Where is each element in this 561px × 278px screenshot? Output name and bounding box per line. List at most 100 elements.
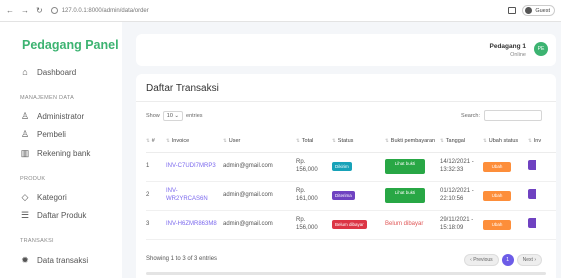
bukti-cell: Lihat bukti: [385, 181, 440, 211]
column-header[interactable]: ⇅ Bukti pembayaran: [385, 130, 440, 153]
change-status-button[interactable]: Ubah: [483, 161, 511, 172]
user-email: admin@gmail.com: [223, 181, 296, 211]
site-info-icon[interactable]: [50, 7, 58, 14]
bukti-cell: Lihat bukti: [385, 152, 440, 182]
user-icon: ♙: [20, 129, 30, 139]
total-amount: Rp. 161,000: [296, 181, 332, 211]
view-proof-button[interactable]: Lihat bukti: [385, 159, 425, 174]
home-icon: ⌂: [22, 67, 28, 77]
profile-avatar-icon: [525, 7, 533, 14]
column-header[interactable]: ⇅ Total: [296, 130, 332, 153]
tag-icon: ◇: [21, 192, 29, 202]
sidebar-item-label: Kategori: [37, 193, 67, 202]
sidebar-item-rekening[interactable]: ▥ Rekening bank: [20, 148, 91, 159]
invoice-link[interactable]: INV-WR2YRCAS6N: [166, 181, 223, 211]
sidebar-section-transaksi: TRANSAKSI: [20, 238, 54, 244]
user-email: admin@gmail.com: [223, 210, 296, 240]
user-name[interactable]: Pedagang 1: [490, 43, 526, 50]
date-cell: 14/12/2021 - 13:32:33: [440, 152, 483, 182]
sidebar-item-label: Daftar Produk: [37, 211, 87, 220]
user-email: admin@gmail.com: [223, 152, 296, 182]
column-header[interactable]: ⇅ Ubah status: [483, 130, 528, 153]
table-row: 2 INV-WR2YRCAS6N admin@gmail.com Rp. 161…: [146, 181, 556, 211]
search-control: Search:: [461, 110, 542, 121]
table-header-row: ⇅ # ⇅ Invoice ⇅ User ⇅ Total ⇅ Status ⇅ Bukti …: [146, 130, 556, 153]
ubah-cell: Ubah: [483, 152, 528, 182]
date-cell: 01/12/2021 - 22:10:56: [440, 181, 483, 211]
reload-icon[interactable]: ↻: [36, 6, 43, 15]
row-number: 1: [146, 152, 166, 182]
status-cell: Belum dibayar: [332, 210, 385, 240]
invoice-link[interactable]: INV-C7UDI7MRP3: [166, 152, 223, 182]
next-page-button[interactable]: Next ›: [516, 254, 542, 266]
sidebar-item-daftar-produk[interactable]: ☰ Daftar Produk: [20, 210, 86, 221]
column-header[interactable]: ⇅ Status: [332, 130, 385, 153]
table-info: Showing 1 to 3 of 3 entries: [146, 256, 218, 262]
sidebar-item-dashboard[interactable]: ⌂ Dashboard: [20, 67, 76, 77]
column-header[interactable]: ⇅ Tanggal: [440, 130, 483, 153]
address-bar[interactable]: 127.0.0.1:8000/admin/data/order: [50, 4, 509, 18]
browser-nav: ← → ↻: [6, 6, 43, 15]
row-number: 3: [146, 210, 166, 240]
invoice-action-cell: [528, 152, 556, 182]
tab-search-icon[interactable]: [508, 7, 517, 14]
transactions-card: Daftar Transaksi Show 10 ⌄ entries Searc…: [136, 74, 556, 278]
sidebar-item-administrator[interactable]: ♙ Administrator: [20, 111, 84, 122]
ubah-cell: Ubah: [483, 181, 528, 211]
status-badge: Dikirim: [332, 161, 352, 172]
sidebar-section-produk: PRODUK: [20, 176, 46, 182]
sidebar-item-label: Pembeli: [37, 130, 66, 139]
avatar[interactable]: PE: [534, 42, 548, 56]
show-label: Show: [146, 113, 160, 119]
address-bar-url: 127.0.0.1:8000/admin/data/order: [61, 7, 149, 14]
column-header[interactable]: ⇅ Invoice: [166, 130, 223, 153]
sidebar-item-label: Data transaksi: [37, 256, 89, 265]
row-number: 2: [146, 181, 166, 211]
previous-page-button[interactable]: ‹ Previous: [464, 254, 499, 266]
back-arrow-icon[interactable]: ←: [6, 6, 14, 15]
sidebar-section-manajemen: MANAJEMEN DATA: [20, 95, 75, 101]
change-status-button[interactable]: Ubah: [483, 219, 511, 230]
bukti-unpaid-text: Belum dibayar: [385, 210, 440, 240]
pagination: ‹ Previous 1 Next ›: [464, 254, 542, 266]
status-badge: Diterima: [332, 190, 355, 201]
horizontal-scrollbar[interactable]: [146, 272, 546, 275]
brand-title[interactable]: Pedagang Panel: [22, 38, 119, 52]
entries-select[interactable]: 10 ⌄: [162, 111, 184, 121]
top-navbar: Pedagang 1 Online PE: [136, 34, 556, 66]
view-proof-button[interactable]: Lihat bukti: [385, 188, 425, 203]
date-cell: 29/11/2021 - 15:18:09: [440, 210, 483, 240]
sidebar-item-data-transaksi[interactable]: ✹ Data transaksi: [20, 255, 88, 266]
search-label: Search:: [461, 112, 480, 119]
page-1-button[interactable]: 1: [501, 254, 514, 266]
transactions-table: ⇅ # ⇅ Invoice ⇅ User ⇅ Total ⇅ Status ⇅ Bukti …: [146, 130, 556, 240]
sidebar-item-label: Rekening bank: [37, 149, 91, 158]
forward-arrow-icon[interactable]: →: [21, 6, 29, 15]
status-cell: Dikirim: [332, 152, 385, 182]
profile-button[interactable]: Guest: [522, 5, 555, 16]
table-row: 1 INV-C7UDI7MRP3 admin@gmail.com Rp. 156…: [146, 152, 556, 182]
total-amount: Rp. 156,000: [296, 210, 332, 240]
invoice-action-cell: [528, 181, 556, 211]
sidebar-item-label: Administrator: [37, 112, 85, 121]
invoice-button[interactable]: [528, 159, 536, 170]
status-badge: Belum dibayar: [332, 219, 367, 230]
card-title: Daftar Transaksi: [146, 83, 219, 94]
column-header[interactable]: ⇅ User: [223, 130, 296, 153]
divider: [136, 101, 556, 102]
ubah-cell: Ubah: [483, 210, 528, 240]
column-header[interactable]: ⇅ #: [146, 130, 166, 153]
invoice-action-cell: [528, 210, 556, 240]
sidebar-item-pembeli[interactable]: ♙ Pembeli: [20, 129, 66, 140]
sidebar-item-kategori[interactable]: ◇ Kategori: [20, 192, 67, 203]
entries-length-control: Show 10 ⌄ entries: [146, 111, 203, 121]
column-header[interactable]: ⇅ Inv: [528, 130, 556, 153]
user-status: Online: [510, 52, 526, 58]
invoice-button[interactable]: [528, 188, 536, 199]
gear-icon: ✹: [21, 255, 29, 265]
search-input[interactable]: [484, 110, 542, 121]
bank-icon: ▥: [20, 148, 30, 158]
change-status-button[interactable]: Ubah: [483, 190, 511, 201]
invoice-link[interactable]: INV-H6ZMR863M8: [166, 210, 223, 240]
invoice-button[interactable]: [528, 217, 536, 228]
